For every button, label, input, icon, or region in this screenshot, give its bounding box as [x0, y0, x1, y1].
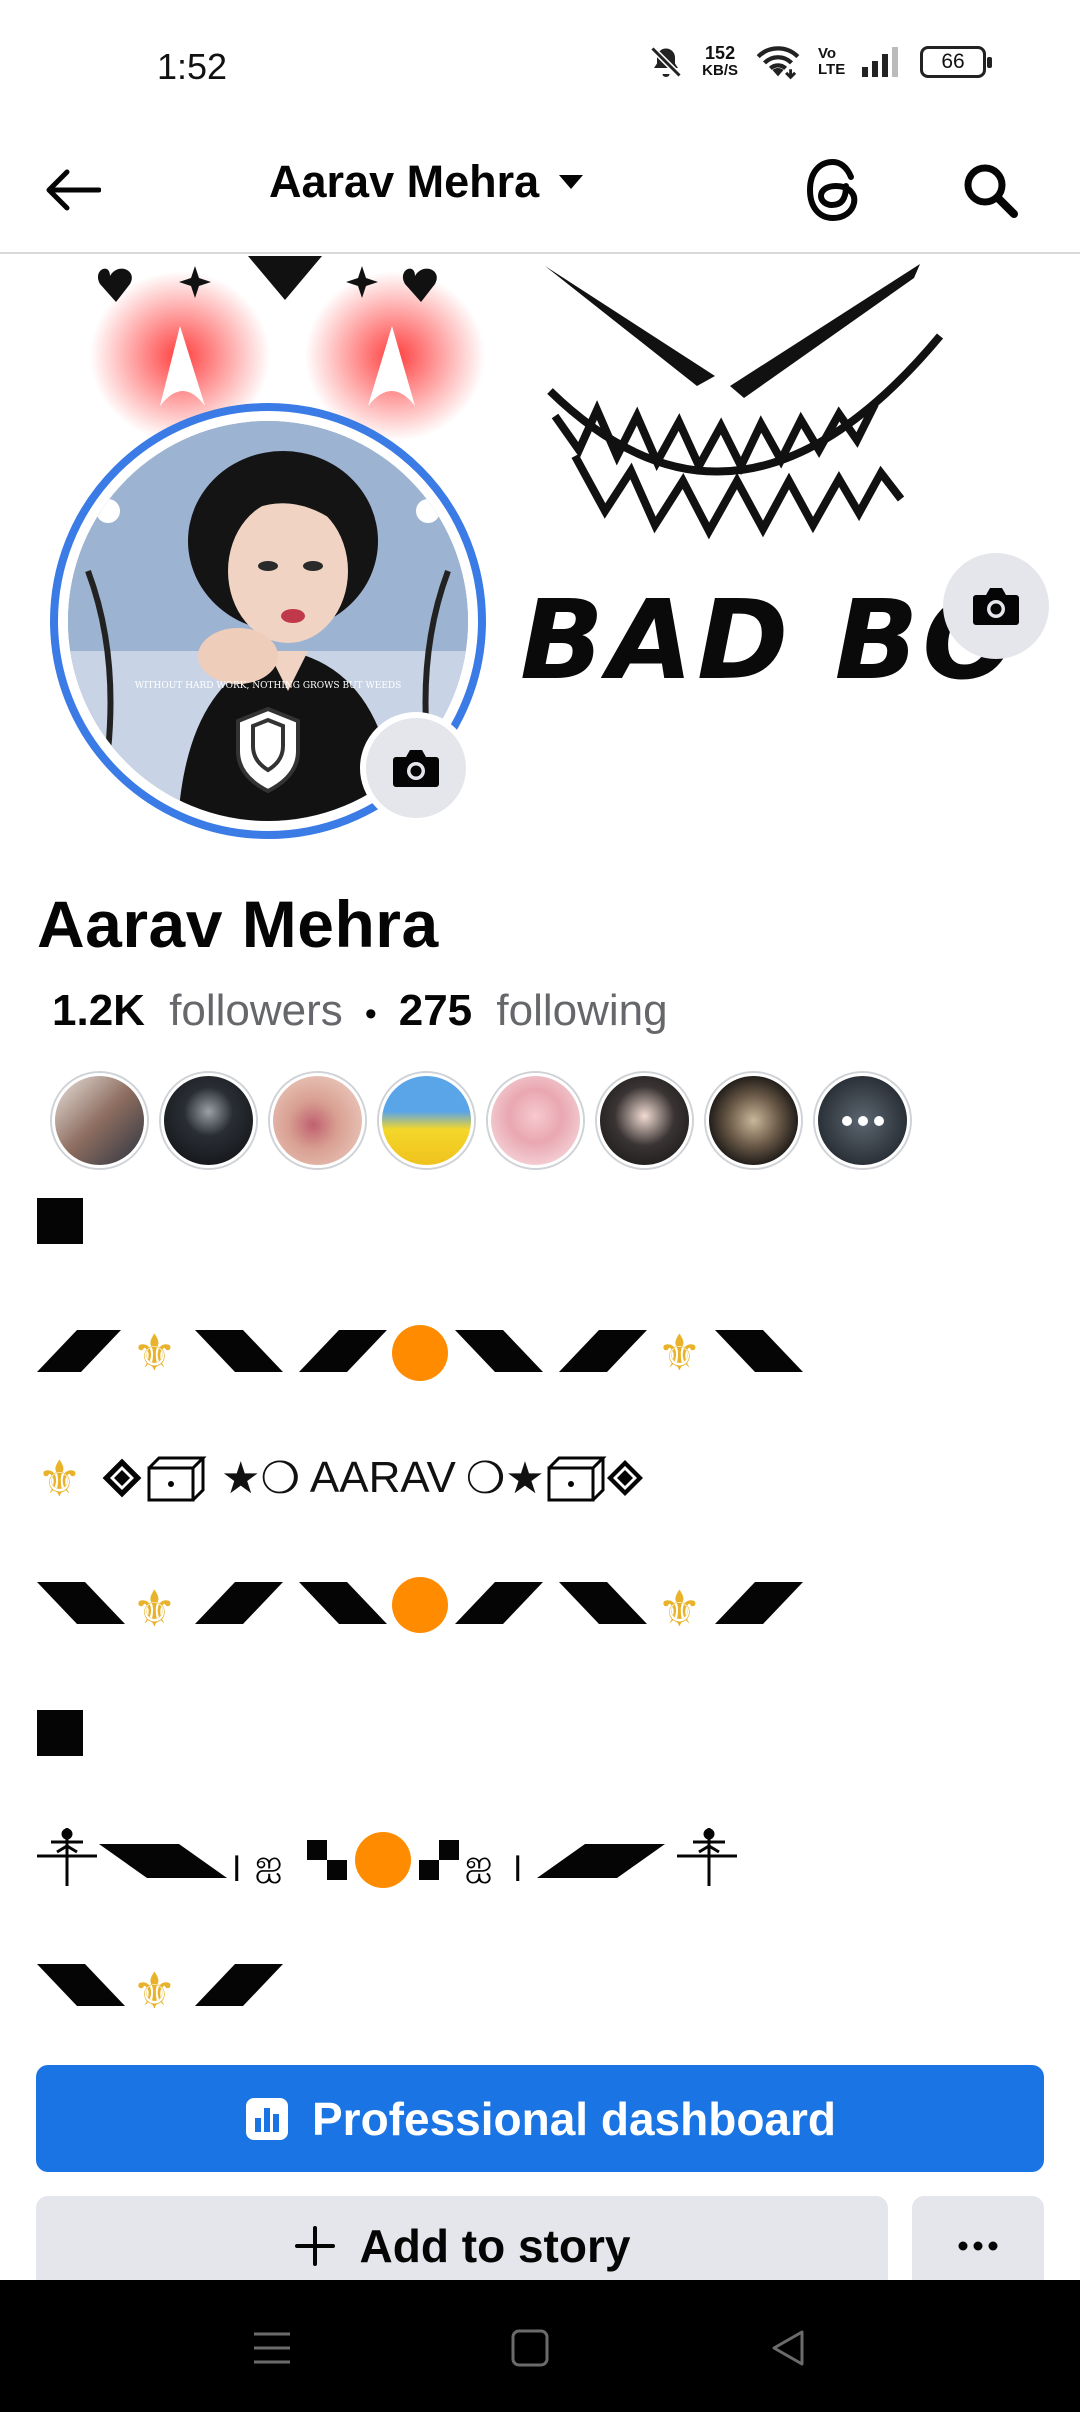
back-button[interactable]	[36, 154, 108, 226]
svg-text:ꞁ: ꞁ	[232, 1843, 241, 1883]
edit-profile-picture-button[interactable]	[360, 712, 472, 824]
volte-label: Vo LTE	[818, 45, 846, 78]
follower-avatar[interactable]	[488, 1073, 583, 1168]
bio-line	[37, 1710, 83, 1756]
home-square-icon	[511, 2329, 549, 2367]
follower-avatar[interactable]	[597, 1073, 692, 1168]
black-square-icon	[37, 1198, 83, 1244]
camera-icon	[973, 588, 1019, 625]
follower-avatar[interactable]	[270, 1073, 365, 1168]
avatar-caption: WITHOUT HARD WORK, NOTHING GROWS BUT WEE…	[134, 681, 402, 691]
bio-line: ⚜	[37, 1956, 297, 2016]
follow-stats: 1.2K followers • 275 following	[52, 986, 668, 1036]
followers-label: followers	[169, 986, 343, 1035]
stats-separator: •	[364, 995, 377, 1033]
threads-icon	[806, 158, 858, 222]
app-header: Aarav Mehra	[0, 130, 1080, 254]
mute-icon	[650, 46, 682, 78]
more-dots-icon	[841, 1115, 884, 1126]
svg-text:ஐ: ஐ	[255, 1843, 282, 1883]
bio-line: ⚜ ★❍ AARAV ❍★	[37, 1448, 645, 1508]
bio-line: ⚜ ⚜	[37, 1574, 807, 1634]
add-to-story-label: Add to story	[359, 2220, 631, 2272]
follower-avatar[interactable]	[161, 1073, 256, 1168]
search-button[interactable]	[952, 152, 1028, 228]
wifi-icon	[756, 46, 800, 80]
nav-menu-button[interactable]	[242, 2318, 302, 2378]
menu-icon	[254, 2332, 290, 2364]
svg-text:⚜: ⚜	[657, 1324, 702, 1382]
black-square-icon	[37, 1710, 83, 1756]
header-title: Aarav Mehra	[269, 156, 540, 207]
bio-line: ⚜ ⚜	[37, 1322, 807, 1382]
profile-name: Aarav Mehra	[37, 887, 439, 961]
following-count: 275	[398, 986, 473, 1035]
status-icons: 152 KB/S Vo LTE 66	[648, 44, 992, 80]
bio-pattern-row: ⚜ ⚜	[37, 1324, 803, 1382]
arrow-left-icon	[46, 169, 101, 211]
bio-left-ornament: ⚜	[37, 1450, 207, 1508]
bio-star-right: ❍★	[465, 1453, 545, 1503]
status-bar: 1:52 152 KB/S Vo LTE 66	[0, 0, 1080, 130]
bio-line	[37, 1198, 83, 1244]
signal-icon	[862, 47, 898, 77]
svg-text:⚜: ⚜	[132, 1580, 177, 1634]
profile-switcher[interactable]: Aarav Mehra	[269, 156, 585, 208]
professional-dashboard-button[interactable]: Professional dashboard	[36, 2065, 1044, 2172]
system-nav-bar	[0, 2280, 1080, 2412]
following-link[interactable]: 275 following	[399, 986, 668, 1036]
plus-icon	[294, 2226, 335, 2266]
network-speed-unit: KB/S	[702, 62, 738, 79]
battery-indicator: 66	[920, 46, 992, 78]
camera-icon	[393, 750, 439, 787]
follower-avatar[interactable]	[379, 1073, 474, 1168]
bio-right-ornament	[547, 1456, 643, 1502]
nav-home-button[interactable]	[500, 2318, 560, 2378]
bio-pattern-row: ⚜ ⚜	[37, 1577, 803, 1634]
follower-avatar[interactable]	[52, 1073, 147, 1168]
status-time: 1:52	[157, 46, 228, 87]
followers-link[interactable]: 1.2K followers	[52, 986, 343, 1036]
svg-text:⚜: ⚜	[132, 1962, 177, 2016]
network-speed: 152 KB/S	[702, 44, 738, 80]
followers-count: 1.2K	[52, 986, 145, 1035]
more-dots-icon	[958, 2241, 998, 2251]
follower-avatars	[52, 1073, 910, 1168]
bar-chart-icon	[245, 2097, 288, 2140]
svg-text:ஐ: ஐ	[465, 1843, 492, 1883]
svg-text:⚜: ⚜	[132, 1324, 177, 1382]
search-icon	[964, 164, 1018, 218]
svg-text:⚜: ⚜	[657, 1580, 702, 1634]
bio-star-left: ★❍	[221, 1453, 300, 1503]
edit-cover-button[interactable]	[943, 553, 1049, 659]
caret-down-icon	[559, 175, 584, 189]
bio-name-text: AARAV	[309, 1453, 456, 1502]
bio-pattern-row: ⚜	[37, 1962, 283, 2016]
network-speed-value: 152	[705, 43, 736, 63]
bio-pattern-row: ꞁ ஐ ஐ ꞁ	[37, 1828, 737, 1888]
following-label: following	[496, 986, 668, 1035]
follower-avatar-more[interactable]	[815, 1073, 910, 1168]
threads-button[interactable]	[796, 152, 872, 228]
professional-dashboard-label: Professional dashboard	[311, 2092, 836, 2145]
svg-text:⚜: ⚜	[37, 1450, 82, 1508]
back-triangle-icon	[772, 2330, 804, 2366]
follower-avatar[interactable]	[706, 1073, 801, 1168]
bio-line: ꞁ ஐ ஐ ꞁ	[37, 1822, 757, 1892]
svg-text:ꞁ: ꞁ	[513, 1843, 522, 1883]
nav-back-button[interactable]	[758, 2318, 818, 2378]
